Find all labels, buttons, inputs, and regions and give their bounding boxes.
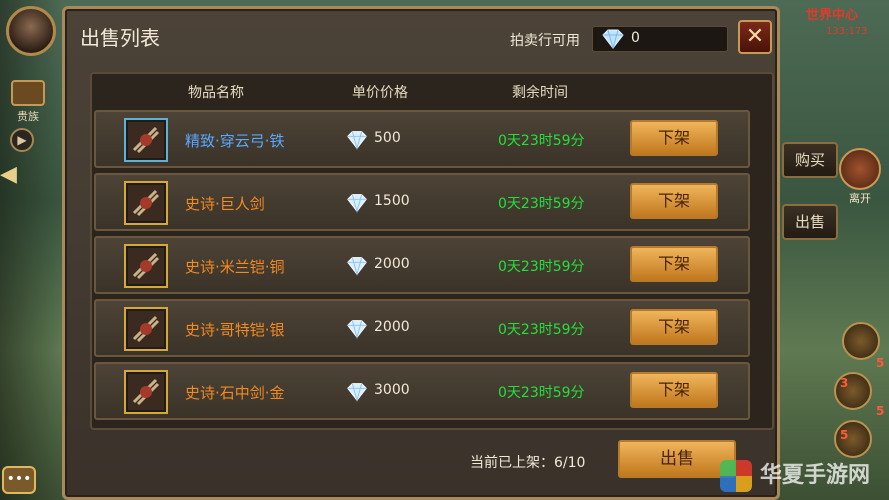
item-remaining-time: 0天23时59分 <box>498 196 585 212</box>
skill-badge: 5 <box>876 356 885 370</box>
column-item-name: 物品名称 <box>188 85 244 101</box>
item-price: 3000 <box>374 382 410 398</box>
item-price: 2000 <box>374 256 410 272</box>
potion-badge: 3 <box>840 376 849 390</box>
diamond-icon <box>347 257 367 276</box>
guild-icon <box>11 80 45 106</box>
item-price: 1500 <box>374 193 410 209</box>
chat-icon[interactable]: ••• <box>2 466 36 494</box>
collapse-arrow-icon[interactable]: ◀ <box>0 162 34 188</box>
item-name: 精致·穿云弓·铁 <box>185 132 285 150</box>
table-row: 史诗·米兰铠·铜 2000 0天23时59分 下架 <box>94 236 750 294</box>
diamond-balance: 0 <box>592 26 728 52</box>
item-icon[interactable] <box>124 118 168 162</box>
tab-sell[interactable]: 出售 <box>782 204 838 240</box>
guild-label: 贵族 <box>17 110 39 123</box>
guild-button[interactable]: 贵族 <box>8 80 48 124</box>
listed-count: 当前已上架：6/10 <box>470 455 586 471</box>
item-name: 史诗·哥特铠·银 <box>185 321 285 339</box>
column-remaining-time: 剩余时间 <box>512 85 568 101</box>
close-button[interactable]: ✕ <box>738 20 772 54</box>
item-badge: 5 <box>840 428 849 442</box>
item-icon[interactable] <box>124 370 168 414</box>
item-name: 史诗·巨人剑 <box>185 195 265 213</box>
diamond-icon <box>347 383 367 402</box>
leave-button[interactable]: 离开 <box>836 148 884 210</box>
item-art-icon <box>128 122 164 158</box>
item-art-icon <box>128 185 164 221</box>
diamond-balance-value: 0 <box>631 30 640 46</box>
delist-button[interactable]: 下架 <box>630 120 718 156</box>
leave-icon <box>839 148 881 190</box>
table-row: 史诗·石中剑·金 3000 0天23时59分 下架 <box>94 362 750 420</box>
auction-available-label: 拍卖行可用 <box>510 33 580 49</box>
player-avatar[interactable] <box>6 6 56 56</box>
watermark-logo-icon <box>720 460 752 492</box>
panel-title: 出售列表 <box>80 26 160 50</box>
potion-count: 5 <box>876 404 885 418</box>
play-icon[interactable]: ▶ <box>10 128 34 152</box>
table-row: 史诗·哥特铠·银 2000 0天23时59分 下架 <box>94 299 750 357</box>
delist-button[interactable]: 下架 <box>630 309 718 345</box>
skill-icon[interactable] <box>842 322 880 360</box>
item-art-icon <box>128 374 164 410</box>
item-remaining-time: 0天23时59分 <box>498 133 585 149</box>
table-row: 史诗·巨人剑 1500 0天23时59分 下架 <box>94 173 750 231</box>
item-price: 2000 <box>374 319 410 335</box>
item-art-icon <box>128 311 164 347</box>
item-icon[interactable] <box>124 244 168 288</box>
left-hud <box>0 0 62 500</box>
item-icon[interactable] <box>124 181 168 225</box>
diamond-icon <box>347 131 367 150</box>
world-coordinates: 133:173 <box>826 26 868 37</box>
item-remaining-time: 0天23时59分 <box>498 385 585 401</box>
item-art-icon <box>128 248 164 284</box>
world-title: 世界中心 <box>806 8 859 23</box>
watermark: 华夏手游网 <box>716 456 886 496</box>
delist-button[interactable]: 下架 <box>630 183 718 219</box>
watermark-text: 华夏手游网 <box>760 463 871 488</box>
item-name: 史诗·米兰铠·铜 <box>185 258 285 276</box>
item-name: 史诗·石中剑·金 <box>185 384 285 402</box>
leave-label: 离开 <box>849 192 871 205</box>
item-price: 500 <box>374 130 401 146</box>
delist-button[interactable]: 下架 <box>630 372 718 408</box>
column-unit-price: 单价价格 <box>352 85 408 101</box>
tab-buy[interactable]: 购买 <box>782 142 838 178</box>
delist-button[interactable]: 下架 <box>630 246 718 282</box>
item-remaining-time: 0天23时59分 <box>498 322 585 338</box>
diamond-icon <box>347 320 367 339</box>
diamond-icon <box>347 194 367 213</box>
item-icon[interactable] <box>124 307 168 351</box>
item-remaining-time: 0天23时59分 <box>498 259 585 275</box>
diamond-icon <box>602 29 624 49</box>
table-row: 精致·穿云弓·铁 500 0天23时59分 下架 <box>94 110 750 168</box>
